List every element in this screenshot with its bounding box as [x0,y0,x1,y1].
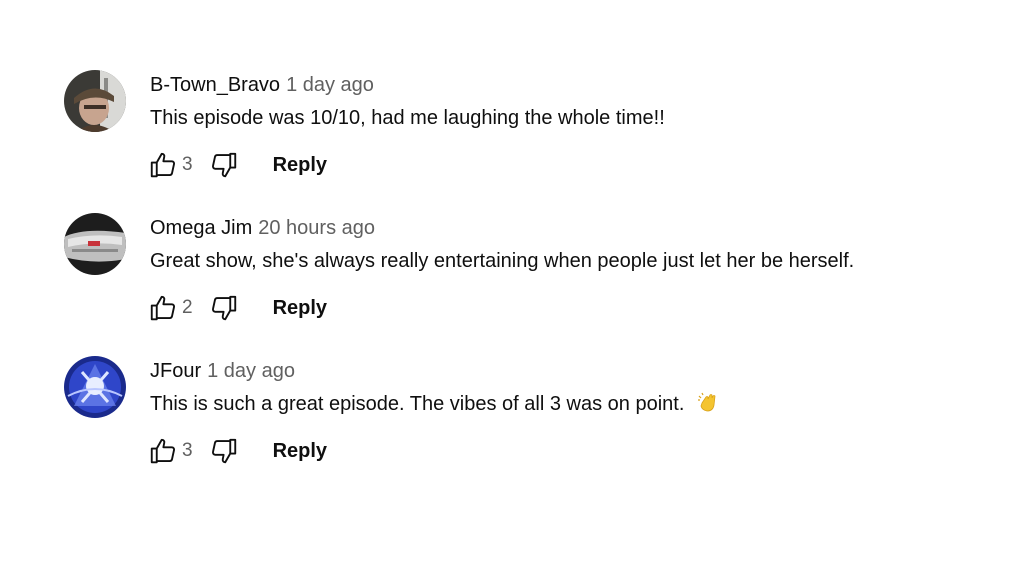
avatar[interactable] [64,213,126,275]
comment-thread: B-Town_Bravo 1 day ago This episode was 1… [64,70,964,200]
comment-list: B-Town_Bravo 1 day ago This episode was 1… [0,0,1024,576]
avatar-photo-icon [64,70,126,132]
author-name[interactable]: Omega Jim [150,217,252,239]
thumbs-up-icon [150,152,176,178]
comment-text-row: This is such a great episode. The vibes … [150,390,720,418]
like-button[interactable] [146,148,180,182]
avatar[interactable] [64,356,126,418]
comment-timestamp[interactable]: 1 day ago [207,360,295,382]
dislike-button[interactable] [207,434,241,468]
avatar-photo-icon [64,213,126,275]
like-count: 3 [182,440,193,461]
like-button[interactable] [146,434,180,468]
thumbs-up-icon [150,295,176,321]
author-name[interactable]: JFour [150,360,201,382]
thumbs-up-icon [150,438,176,464]
reply-button[interactable]: Reply [273,440,327,463]
avatar[interactable] [64,70,126,132]
comment-timestamp[interactable]: 20 hours ago [258,217,375,239]
like-count: 2 [182,297,193,318]
reply-button[interactable]: Reply [273,154,327,177]
thumbs-down-icon [211,295,236,321]
thumbs-down-icon [211,152,236,178]
thumbs-down-icon [211,438,236,464]
comment-text: This is such a great episode. The vibes … [150,393,685,415]
comment-text: This episode was 10/10, had me laughing … [150,107,665,129]
comment-header: B-Town_Bravo 1 day ago [150,72,374,98]
dislike-button[interactable] [207,291,241,325]
comment-header: Omega Jim 20 hours ago [150,215,375,241]
dislike-button[interactable] [207,148,241,182]
comment-actions: 2 Reply [146,291,327,325]
comment-timestamp[interactable]: 1 day ago [286,74,374,96]
author-name[interactable]: B-Town_Bravo [150,74,280,96]
comment-thread: JFour 1 day ago This is such a great epis… [64,356,964,486]
comment-actions: 3 Reply [146,148,327,182]
reply-button[interactable]: Reply [273,297,327,320]
avatar-illustration-icon [64,356,126,418]
comment-header: JFour 1 day ago [150,358,295,384]
comment-thread: Omega Jim 20 hours ago Great show, she's … [64,213,964,343]
comment-actions: 3 Reply [146,434,327,468]
like-count: 3 [182,154,193,175]
like-button[interactable] [146,291,180,325]
clapping-hands-emoji-icon [697,392,716,412]
comment-text: Great show, she's always really entertai… [150,250,855,272]
